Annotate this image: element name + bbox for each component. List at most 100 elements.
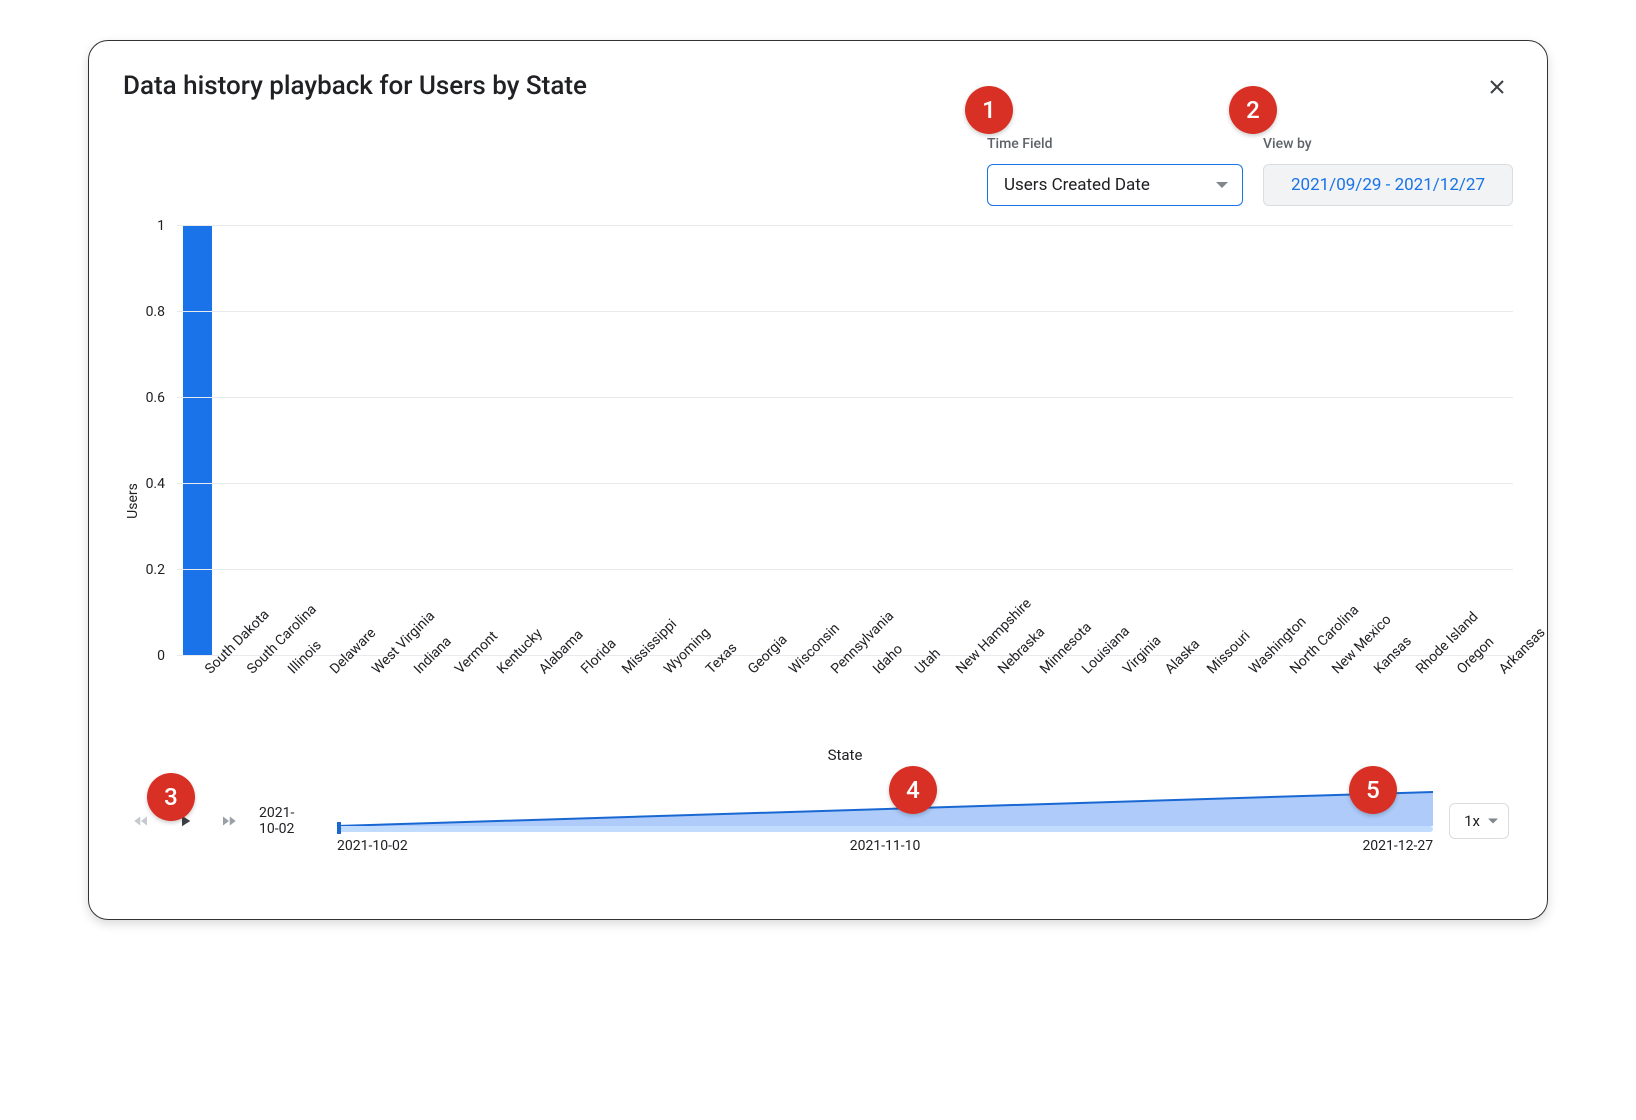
playback-speed-value: 1x — [1464, 812, 1480, 830]
bar-slot — [1430, 226, 1472, 656]
x-label-slot: Rhode Island — [1388, 662, 1430, 742]
annotation-badge-1: 1 — [965, 86, 1013, 134]
bar-slot — [219, 226, 261, 656]
close-icon[interactable] — [1483, 73, 1511, 101]
time-field-value: Users Created Date — [1004, 175, 1150, 195]
gridline — [177, 311, 1513, 312]
bar-slot — [1346, 226, 1388, 656]
timeline-track — [337, 826, 1433, 832]
y-tick-label: 0.6 — [146, 390, 165, 406]
bar-slot — [1137, 226, 1179, 656]
x-label-slot: New Hampshire — [929, 662, 971, 742]
x-label-slot: Arkansas — [1471, 662, 1513, 742]
chart-bars — [177, 226, 1513, 656]
gridline — [177, 225, 1513, 226]
annotation-badge-2: 2 — [1229, 86, 1277, 134]
bar-slot — [469, 226, 511, 656]
x-label-slot: New Mexico — [1304, 662, 1346, 742]
date-range-picker[interactable]: 2021/09/29 - 2021/12/27 — [1263, 164, 1513, 206]
x-label-slot: Alaska — [1137, 662, 1179, 742]
y-tick-label: 1 — [157, 218, 165, 234]
bar-slot — [1221, 226, 1263, 656]
x-label-slot: Minnesota — [1012, 662, 1054, 742]
x-label-slot: Utah — [887, 662, 929, 742]
x-label-slot: Texas — [678, 662, 720, 742]
timeline-tick-start: 2021-10-02 — [337, 838, 408, 854]
time-field-select[interactable]: Users Created Date — [987, 164, 1243, 206]
dialog-header: Data history playback for Users by State — [123, 71, 1513, 101]
x-label-slot: Florida — [553, 662, 595, 742]
x-label-slot: North Carolina — [1263, 662, 1305, 742]
playback-date-line2: 10-02 — [259, 821, 294, 837]
y-tick-label: 0 — [157, 648, 165, 664]
timeline-tick-mid: 2021-11-10 — [850, 838, 921, 854]
playback-date-line1: 2021- — [259, 805, 294, 821]
x-label-slot: Wyoming — [636, 662, 678, 742]
bar-slot — [261, 226, 303, 656]
x-label-slot: Indiana — [386, 662, 428, 742]
bar-slot — [887, 226, 929, 656]
bar-slot — [1388, 226, 1430, 656]
annotation-badge-5: 5 — [1349, 766, 1397, 814]
x-label-slot: South Carolina — [219, 662, 261, 742]
bar-slot — [929, 226, 971, 656]
bar-slot — [636, 226, 678, 656]
x-label-slot: Delaware — [302, 662, 344, 742]
bar-slot — [845, 226, 887, 656]
x-label-slot: Virginia — [1096, 662, 1138, 742]
x-label-slot: Illinois — [261, 662, 303, 742]
chevron-down-icon — [1488, 819, 1498, 824]
x-label-slot: Georgia — [720, 662, 762, 742]
bar-slot — [1096, 226, 1138, 656]
x-label-slot: Oregon — [1430, 662, 1472, 742]
playback-dialog: Data history playback for Users by State… — [88, 40, 1548, 920]
x-axis-label: State — [177, 746, 1513, 764]
y-tick-label: 0.4 — [146, 476, 165, 492]
bar-slot — [1263, 226, 1305, 656]
timeline-tick-end: 2021-12-27 — [1362, 838, 1433, 854]
gridline — [177, 569, 1513, 570]
x-label-slot: Nebraska — [970, 662, 1012, 742]
x-axis-labels: South DakotaSouth CarolinaIllinoisDelawa… — [177, 662, 1513, 742]
view-by-control: View by 2021/09/29 - 2021/12/27 — [1263, 136, 1513, 206]
bar-slot — [177, 226, 219, 656]
controls-row: Time Field Users Created Date View by 20… — [123, 136, 1513, 206]
view-by-label: View by — [1263, 136, 1513, 152]
bar-slot — [1012, 226, 1054, 656]
y-tick-label: 0.8 — [146, 304, 165, 320]
x-label-slot: Idaho — [845, 662, 887, 742]
bar-slot — [1471, 226, 1513, 656]
x-label-slot: Louisiana — [1054, 662, 1096, 742]
bar-slot — [428, 226, 470, 656]
timeline-handle[interactable] — [337, 822, 341, 834]
bar[interactable] — [183, 226, 212, 656]
x-label-slot: South Dakota — [177, 662, 219, 742]
bar-slot — [344, 226, 386, 656]
x-label-slot: Wisconsin — [762, 662, 804, 742]
x-label-slot: Kansas — [1346, 662, 1388, 742]
annotation-badge-4: 4 — [889, 766, 937, 814]
bar-slot — [720, 226, 762, 656]
gridline — [177, 483, 1513, 484]
fast-forward-button[interactable] — [215, 807, 243, 835]
bar-slot — [302, 226, 344, 656]
x-label-slot: West Virginia — [344, 662, 386, 742]
x-label-slot: Mississippi — [595, 662, 637, 742]
bar-slot — [1054, 226, 1096, 656]
time-field-control: Time Field Users Created Date — [987, 136, 1243, 206]
bar-slot — [678, 226, 720, 656]
chevron-down-icon — [1216, 182, 1228, 188]
y-axis-label: Users — [125, 483, 141, 519]
annotation-badge-3: 3 — [147, 773, 195, 821]
playback-speed-select[interactable]: 1x — [1449, 803, 1509, 839]
y-tick-label: 0.2 — [146, 562, 165, 578]
gridline — [177, 397, 1513, 398]
timeline[interactable]: 2021-10-02 2021-11-10 2021-12-27 — [337, 788, 1433, 854]
x-label-slot: Alabama — [511, 662, 553, 742]
bar-slot — [1179, 226, 1221, 656]
timeline-sparkline — [337, 788, 1433, 832]
x-label-slot: Missouri — [1179, 662, 1221, 742]
x-label-slot: Washington — [1221, 662, 1263, 742]
playback-current-date: 2021- 10-02 — [259, 805, 321, 837]
bar-slot — [386, 226, 428, 656]
